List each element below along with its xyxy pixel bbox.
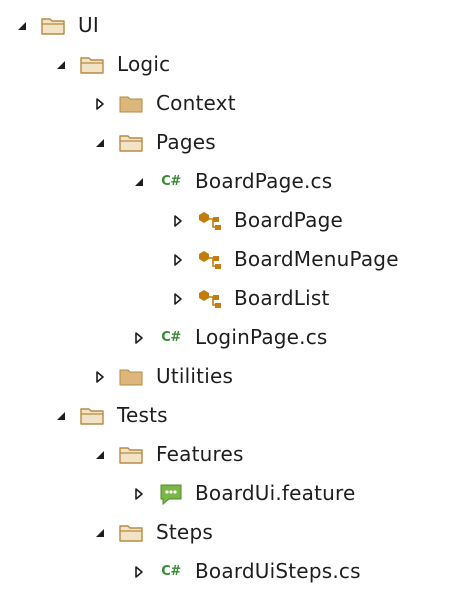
tree-item-label: BoardPage.cs <box>195 169 333 193</box>
collapsed-arrow-icon[interactable] <box>168 279 188 318</box>
tree-item-label: Features <box>156 442 244 466</box>
tree-item-label: LoginPage.cs <box>195 325 328 349</box>
folder-closed-icon <box>116 84 148 123</box>
expanded-arrow-icon[interactable] <box>90 435 110 474</box>
csharp-file-icon: C# <box>155 552 187 591</box>
expanded-arrow-icon[interactable] <box>51 45 71 84</box>
tree-item[interactable]: Steps <box>0 513 460 552</box>
tree-item-label: BoardPage <box>234 208 343 232</box>
collapsed-arrow-icon[interactable] <box>168 201 188 240</box>
tree-item[interactable]: Context <box>0 84 460 123</box>
tree-item-label: BoardList <box>234 286 330 310</box>
collapsed-arrow-icon[interactable] <box>129 474 149 513</box>
collapsed-arrow-icon[interactable] <box>90 357 110 396</box>
feature-file-icon <box>155 474 187 513</box>
folder-closed-icon <box>116 357 148 396</box>
class-icon <box>194 279 226 318</box>
collapsed-arrow-icon[interactable] <box>129 318 149 357</box>
expanded-arrow-icon[interactable] <box>51 396 71 435</box>
expanded-arrow-icon[interactable] <box>129 162 149 201</box>
tree-item-label: Utilities <box>156 364 234 388</box>
tree-item[interactable]: Utilities <box>0 357 460 396</box>
folder-open-icon <box>38 6 70 45</box>
csharp-file-icon: C# <box>155 162 187 201</box>
tree-item-label: BoardMenuPage <box>234 247 399 271</box>
tree-item[interactable]: Pages <box>0 123 460 162</box>
expanded-arrow-icon[interactable] <box>12 6 32 45</box>
folder-open-icon <box>116 513 148 552</box>
expanded-arrow-icon[interactable] <box>90 123 110 162</box>
tree-item-label: Logic <box>117 52 171 76</box>
csharp-glyph: C# <box>161 564 181 579</box>
tree-item-label: Tests <box>117 403 168 427</box>
csharp-file-icon: C# <box>155 318 187 357</box>
tree-item[interactable]: BoardMenuPage <box>0 240 460 279</box>
tree-item[interactable]: C# BoardUiSteps.cs <box>0 552 460 591</box>
tree-item[interactable]: Logic <box>0 45 460 84</box>
folder-open-icon <box>116 123 148 162</box>
tree-item[interactable]: UI <box>0 6 460 45</box>
tree-item-label: Pages <box>156 130 216 154</box>
tree-item[interactable]: C# LoginPage.cs <box>0 318 460 357</box>
tree-item-label: BoardUiSteps.cs <box>195 559 361 583</box>
expanded-arrow-icon[interactable] <box>90 513 110 552</box>
tree-item[interactable]: Features <box>0 435 460 474</box>
tree-item-label: Context <box>156 91 236 115</box>
collapsed-arrow-icon[interactable] <box>168 240 188 279</box>
tree-item[interactable]: C# BoardPage.cs <box>0 162 460 201</box>
folder-open-icon <box>77 396 109 435</box>
tree-item-label: BoardUi.feature <box>195 481 356 505</box>
folder-open-icon <box>116 435 148 474</box>
tree-item-label: UI <box>78 13 99 37</box>
tree-item[interactable]: BoardList <box>0 279 460 318</box>
folder-open-icon <box>77 45 109 84</box>
collapsed-arrow-icon[interactable] <box>90 84 110 123</box>
tree-item[interactable]: BoardPage <box>0 201 460 240</box>
csharp-glyph: C# <box>161 330 181 345</box>
class-icon <box>194 201 226 240</box>
collapsed-arrow-icon[interactable] <box>129 552 149 591</box>
csharp-glyph: C# <box>161 174 181 189</box>
tree-item-label: Steps <box>156 520 213 544</box>
tree-item[interactable]: Tests <box>0 396 460 435</box>
solution-explorer-tree: UI Logic Context Pages C# BoardPage.cs BoardPa… <box>0 0 460 595</box>
tree-item[interactable]: BoardUi.feature <box>0 474 460 513</box>
class-icon <box>194 240 226 279</box>
